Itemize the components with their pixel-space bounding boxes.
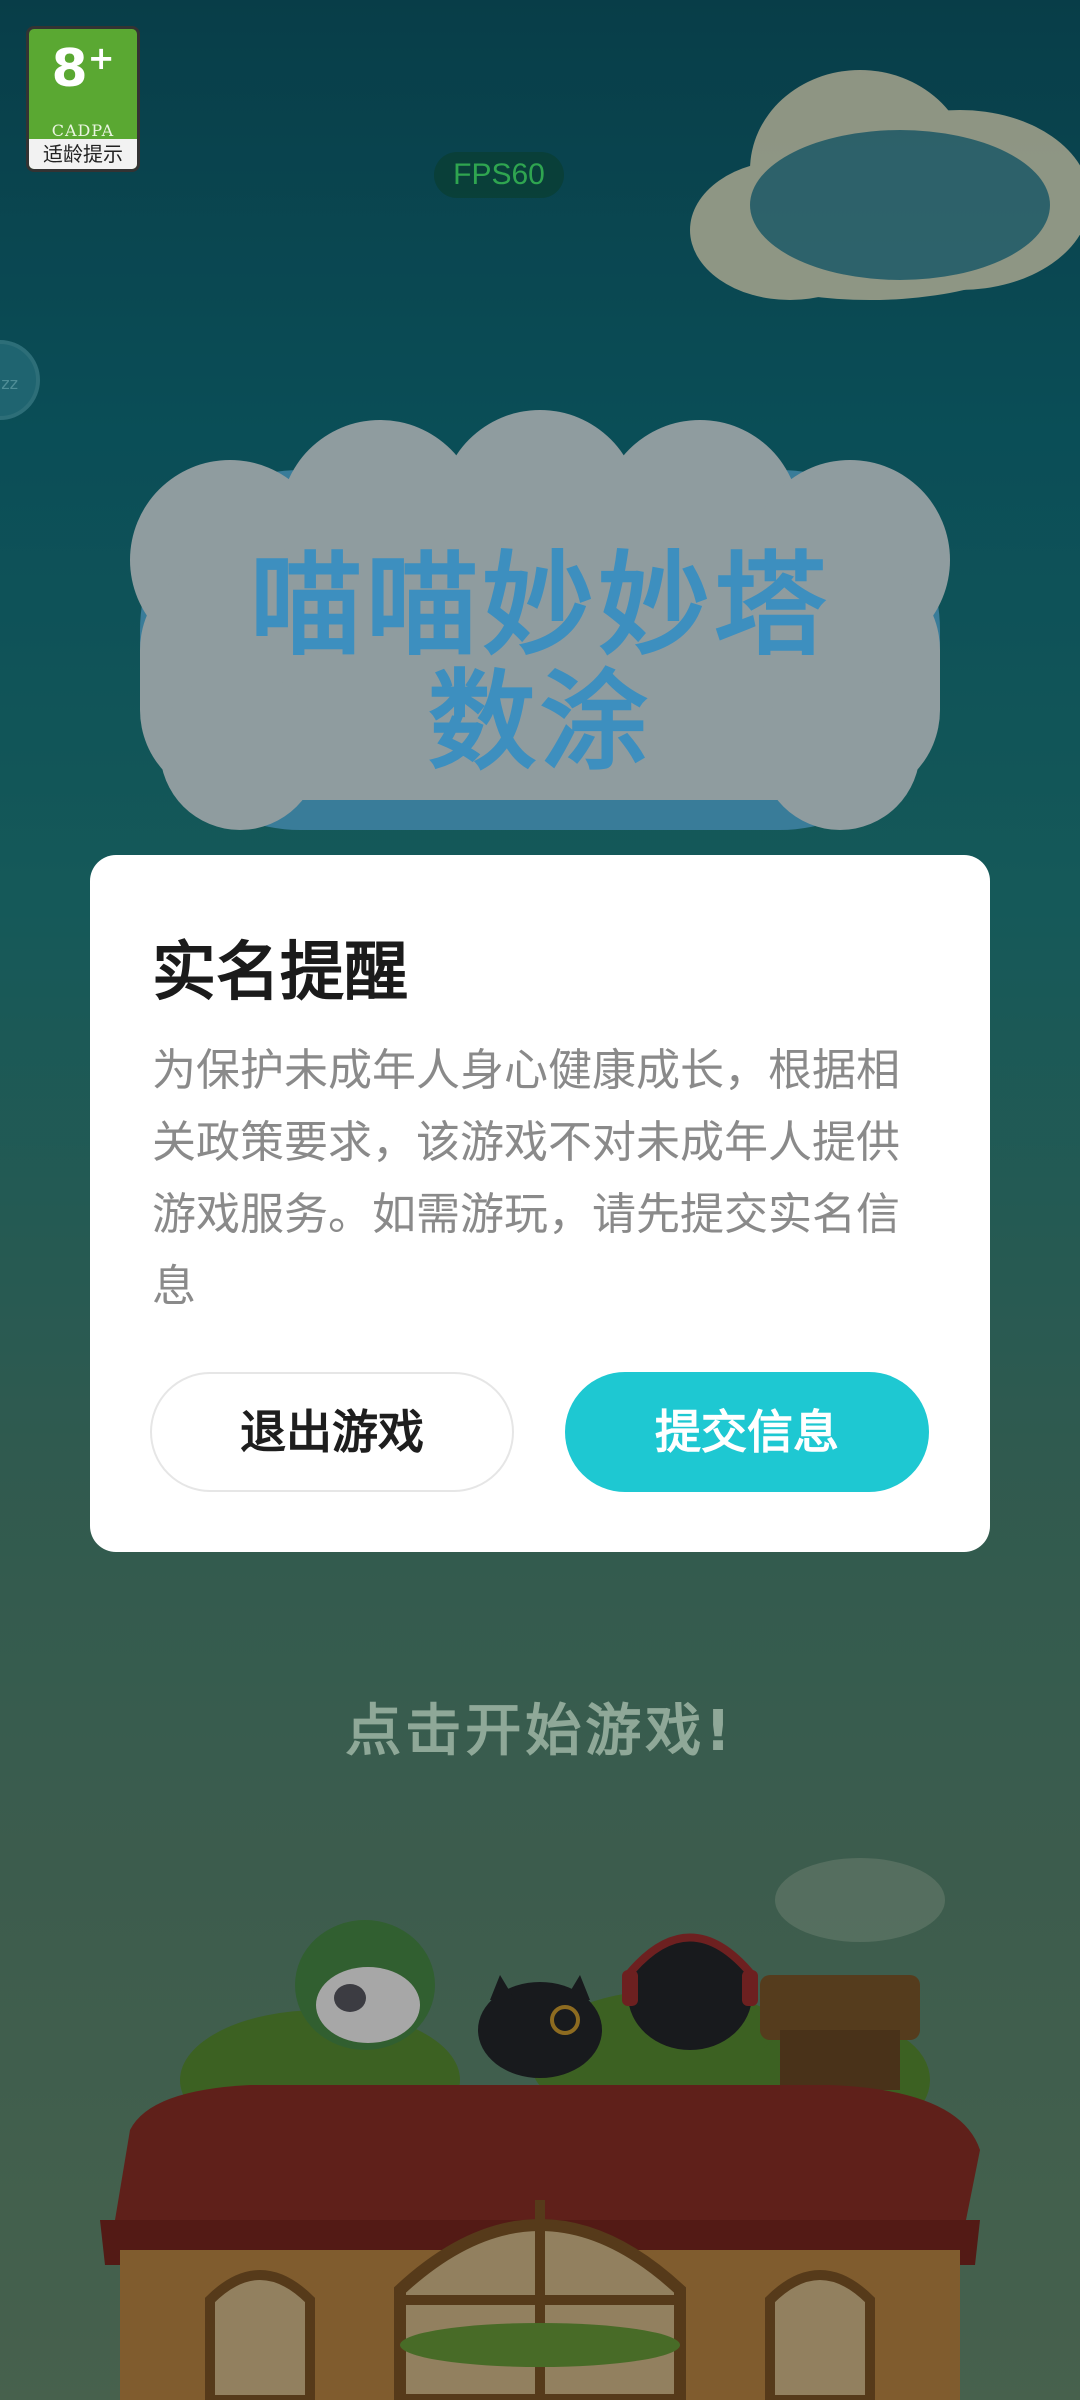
dialog-title: 实名提醒: [152, 936, 408, 1010]
tap-to-start-hint[interactable]: 点击开始游戏!: [0, 1686, 1080, 1767]
game-title-logo: 喵喵妙妙塔 数涂: [130, 440, 950, 860]
age-rating-org: CADPA: [51, 121, 115, 140]
age-rating-number: 8: [51, 39, 88, 99]
game-title-line2: 数涂: [427, 660, 652, 785]
real-name-dialog: 实名提醒 为保护未成年人身心健康成长，根据相关政策要求，该游戏不对未成年人提供游…: [90, 855, 990, 1552]
age-rating-plus: +: [87, 39, 115, 77]
submit-info-button[interactable]: 提交信息: [565, 1372, 929, 1492]
age-rating-badge: 8+ CADPA 适龄提示: [26, 26, 140, 172]
dialog-message: 为保护未成年人身心健康成长，根据相关政策要求，该游戏不对未成年人提供游戏服务。如…: [152, 1045, 900, 1312]
age-rating-note: 适龄提示: [29, 139, 137, 169]
fps-indicator: FPS60: [434, 152, 564, 198]
exit-game-button[interactable]: 退出游戏: [150, 1372, 514, 1492]
